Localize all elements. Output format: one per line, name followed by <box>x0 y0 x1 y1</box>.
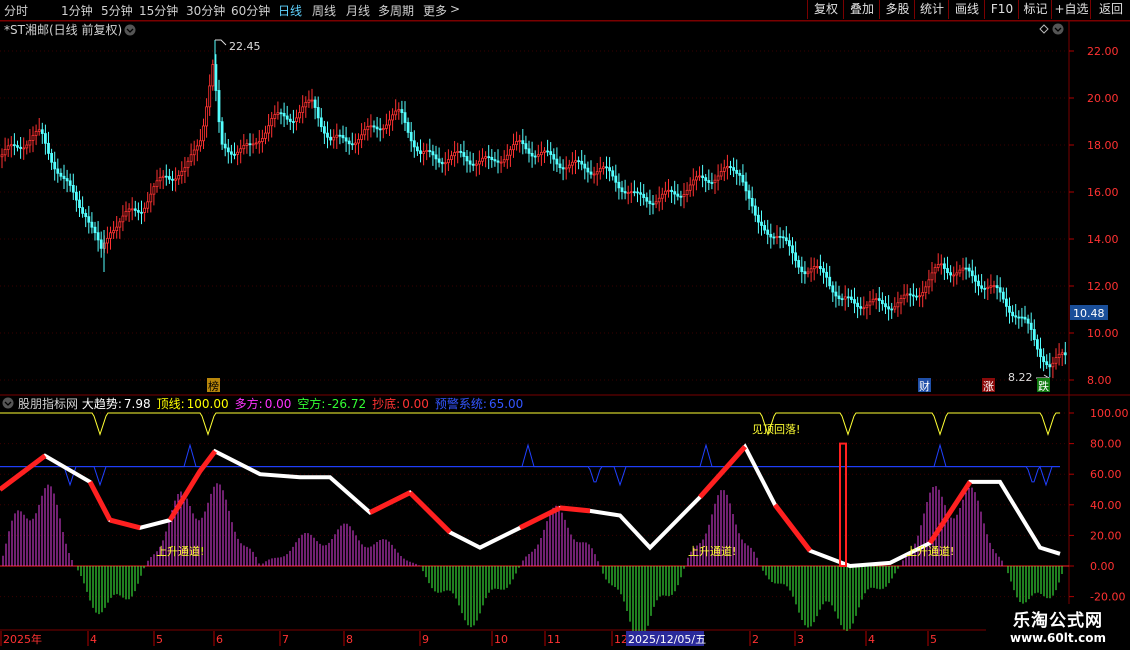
indicator-field-value: 0.00 <box>402 397 429 411</box>
time-tick-label: 6 <box>216 633 223 646</box>
svg-text:股朋指标网 大趋势:7.98顶线:100.00多方:0.00: 股朋指标网 大趋势: 7.98 顶线: 100.00 多方: 0.00 空方: -26.72 抄… <box>18 396 523 411</box>
indicator-field-label: 大趋势: <box>82 397 122 411</box>
time-tick-label: 11 <box>547 633 561 646</box>
price-tick-label: 12.00 <box>1087 280 1119 293</box>
site-watermark: 乐淘公式网 www.60lt.com <box>986 604 1130 650</box>
indicator-tick-label: 60.00 <box>1090 468 1122 481</box>
time-tick-label: 2 <box>752 633 759 646</box>
indicator-annotations: 上升通道! 上升通道! 上升通道! 见顶回落! <box>156 423 954 558</box>
time-tick-label: 5 <box>156 633 163 646</box>
indicator-field-value: 0.00 <box>265 397 292 411</box>
indicator-field-label: 多方: <box>235 396 263 411</box>
signal-label: 上升通道! <box>156 544 204 558</box>
time-tick-label: 7 <box>282 633 289 646</box>
title-dropdown-icon[interactable] <box>124 24 136 36</box>
high-price-label: 22.45 <box>229 40 261 53</box>
stock-title: *ST湘邮(日线 前复权) <box>4 22 122 37</box>
time-tick-label: 2025年 <box>3 632 42 646</box>
price-tick-label: 10.00 <box>1087 327 1119 340</box>
time-tick-label: 12 <box>614 633 628 646</box>
indicator-menu-icon[interactable] <box>2 397 14 409</box>
panel-menu-icon[interactable] <box>1052 23 1064 35</box>
indicator-tick-label: 0.00 <box>1090 560 1115 573</box>
time-axis: 2025年 4 5 6 7 8 9 10 11 12 2 3 4 5 <box>0 631 937 646</box>
histogram-bars <box>2 483 1063 642</box>
low-price-label: 8.22 <box>1008 371 1033 384</box>
indicator-axis: 100.00 80.00 60.00 40.00 20.00 0.00 -20.00 <box>1069 407 1129 604</box>
price-axis: 22.00 20.00 18.00 16.00 14.00 12.00 10.00 8.00 <box>1069 45 1119 387</box>
indicator-field-label: 抄底: <box>372 396 400 411</box>
indicator-field-value: 65.00 <box>489 397 523 411</box>
indicator-tick-label: 40.00 <box>1090 499 1122 512</box>
time-tick-label: 3 <box>797 633 804 646</box>
indicator-field-value: 100.00 <box>187 397 229 411</box>
price-panel-header: *ST湘邮(日线 前复权) <box>4 22 1064 37</box>
time-tick-label: 4 <box>868 633 875 646</box>
indicator-tick-label: 80.00 <box>1090 438 1122 451</box>
diamond-icon[interactable] <box>1039 24 1049 34</box>
indicator-tick-label: 100.00 <box>1090 407 1129 420</box>
time-tick-label: 4 <box>90 633 97 646</box>
current-price: 10.48 <box>1073 307 1105 320</box>
time-tick-label: 5 <box>930 633 937 646</box>
indicator-field-label: 预警系统: <box>435 396 487 411</box>
indicator-tick-label: -20.00 <box>1090 591 1125 604</box>
price-tick-label: 14.00 <box>1087 233 1119 246</box>
cursor-date: 2025/12/05/五 <box>628 633 706 646</box>
time-tick-label: 10 <box>494 633 508 646</box>
time-tick-label: 9 <box>422 633 429 646</box>
indicator-gridlines <box>0 412 1069 598</box>
indicator-field-label: 顶线: <box>157 397 185 411</box>
price-tick-label: 20.00 <box>1087 92 1119 105</box>
price-tick-label: 18.00 <box>1087 139 1119 152</box>
indicator-lines <box>0 412 1061 569</box>
indicator-field-value: 7.98 <box>124 397 151 411</box>
svg-text:跌: 跌 <box>1038 379 1049 393</box>
svg-text:榜: 榜 <box>208 379 219 393</box>
price-tick-label: 22.00 <box>1087 45 1119 58</box>
svg-text:涨: 涨 <box>983 380 994 393</box>
time-tick-label: 8 <box>346 633 353 646</box>
svg-text:财: 财 <box>919 379 930 393</box>
indicator-name: 股朋指标网 <box>18 396 82 411</box>
indicator-tick-label: 20.00 <box>1090 529 1122 542</box>
indicator-field-label: 空方: <box>297 396 325 411</box>
indicator-header: 股朋指标网 大趋势: 7.98 顶线: 100.00 多方: 0.00 空方: -26.72 抄… <box>2 396 523 411</box>
price-tick-label: 16.00 <box>1087 186 1119 199</box>
price-annotations: 22.45 8.22 10.48 榜 财 涨 跌 <box>207 39 1108 393</box>
price-tick-label: 8.00 <box>1087 374 1112 387</box>
watermark-title: 乐淘公式网 <box>1013 611 1103 631</box>
watermark-url: www.60lt.com <box>1009 631 1107 645</box>
indicator-field-value: -26.72 <box>327 397 366 411</box>
signal-label: 见顶回落! <box>752 423 800 436</box>
chart-stage: *ST湘邮(日线 前复权) 22.0020.0018.0016.0014.001… <box>0 20 1130 646</box>
signal-label: 上升通道! <box>906 544 954 558</box>
signal-label: 上升通道! <box>688 544 736 558</box>
price-gridlines <box>0 50 1069 381</box>
candlestick-series <box>0 40 1067 379</box>
